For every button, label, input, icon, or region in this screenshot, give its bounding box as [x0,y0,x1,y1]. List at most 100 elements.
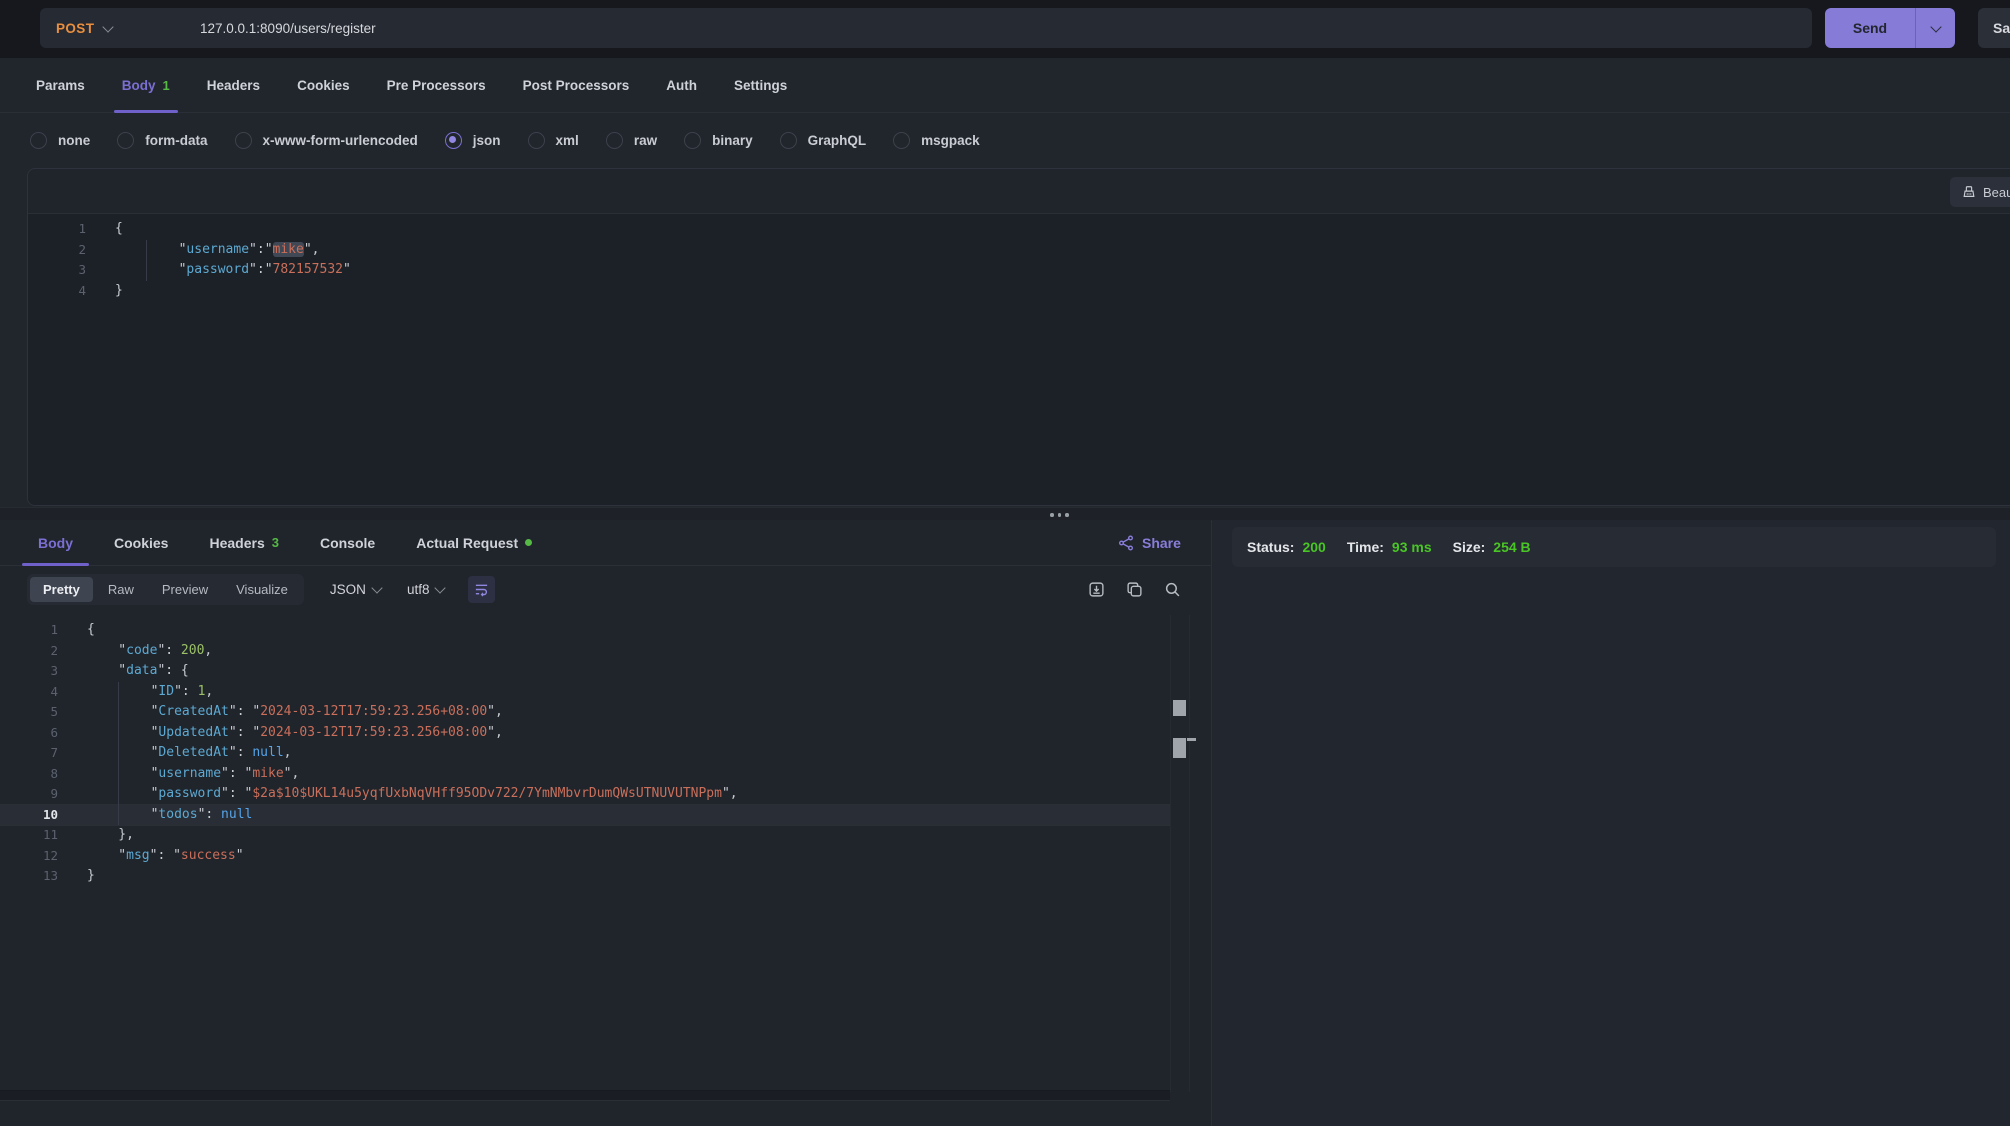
view-mode-switcher: PrettyRawPreviewVisualize [27,574,304,605]
response-tabbar: Body Cookies Headers3 Console Actual Request… [0,520,1211,566]
response-size: Size: 254 B [1453,539,1531,555]
tab-body[interactable]: Body1 [122,58,170,113]
url-container: POST 127.0.0.1:8090/users/register [40,8,1812,48]
line-number: 1 [28,219,86,240]
body-type-graphql[interactable]: GraphQL [780,132,867,149]
tab-body[interactable]: Body [38,520,73,566]
tab-console[interactable]: Console [320,520,375,566]
body-type-xml[interactable]: xml [528,132,579,149]
radio-icon [528,132,545,149]
tab-cookies[interactable]: Cookies [114,520,168,566]
word-wrap-toggle[interactable] [468,576,495,603]
overview-ruler [1170,615,1190,1092]
line-number: 4 [28,281,86,302]
code-line: 12"msg": "success" [0,846,1170,867]
code-line: 1{ [28,219,2010,240]
ruler-marker [1173,700,1186,716]
time-value: 93 ms [1392,539,1432,555]
download-button[interactable] [1088,581,1105,598]
line-number: 6 [0,723,58,744]
method-select[interactable]: POST [40,21,200,36]
line-number: 8 [0,764,58,785]
code-line: 6"UpdatedAt": "2024-03-12T17:59:23.256+0… [0,723,1170,744]
code-line: 3"password":"782157532" [28,260,2010,281]
view-visualize-button[interactable]: Visualize [223,577,301,602]
copy-button[interactable] [1126,581,1143,598]
line-number: 3 [28,260,86,281]
format-dropdown[interactable]: JSON [330,582,381,597]
tab-auth[interactable]: Auth [666,58,697,113]
line-number: 2 [28,240,86,261]
line-number: 2 [0,641,58,662]
tab-post-processors[interactable]: Post Processors [523,58,630,113]
status-value: 200 [1302,539,1325,555]
response-toolbar: PrettyRawPreviewVisualize JSON utf8 [0,566,1211,612]
code-line: 10"todos": null [0,805,1170,826]
view-preview-button[interactable]: Preview [149,577,221,602]
line-number: 4 [0,682,58,703]
response-tabs: Body Cookies Headers3 Console Actual Request [38,520,532,566]
view-raw-button[interactable]: Raw [95,577,147,602]
tab-pre-processors[interactable]: Pre Processors [387,58,486,113]
download-icon [1088,581,1105,598]
line-number: 12 [0,846,58,867]
response-meta-panel: Status: 200 Time: 93 ms Size: 254 B [1213,520,2010,1126]
chevron-down-icon [371,582,382,593]
line-number: 7 [0,743,58,764]
status-dot [525,539,532,546]
tab-params[interactable]: Params [36,58,85,113]
body-type-msgpack[interactable]: msgpack [893,132,980,149]
line-number: 11 [0,825,58,846]
chevron-down-icon [103,21,114,32]
splitter-drag-handle[interactable] [1050,513,1069,517]
word-wrap-icon [474,582,489,597]
line-number: 1 [0,620,58,641]
body-type-binary[interactable]: binary [684,132,753,149]
code-line: 8"username": "mike", [0,764,1170,785]
send-button[interactable]: Send [1825,8,1955,48]
url-input[interactable]: 127.0.0.1:8090/users/register [200,21,376,36]
request-tabbar: Params Body1 Headers Cookies Pre Processors P… [0,58,2010,113]
tab-headers[interactable]: Headers3 [209,520,279,566]
share-button[interactable]: Share [1118,520,1181,566]
tab-headers[interactable]: Headers [207,58,260,113]
save-button[interactable]: Save [1978,8,2010,48]
response-code-area[interactable]: 1{2"code": 200,3"data": {4"ID": 1,5"Crea… [0,615,1170,887]
line-number: 5 [0,702,58,723]
radio-icon [606,132,623,149]
line-number: 10 [0,805,58,826]
tab-settings[interactable]: Settings [734,58,787,113]
view-pretty-button[interactable]: Pretty [30,577,93,602]
radio-icon [893,132,910,149]
body-type-x-www-form-urlencoded[interactable]: x-www-form-urlencoded [235,132,418,149]
response-time: Time: 93 ms [1347,539,1432,555]
search-button[interactable] [1164,581,1181,598]
status-bar: Status: 200 Time: 93 ms Size: 254 B [1232,527,1996,567]
tab-cookies[interactable]: Cookies [297,58,350,113]
status-code: Status: 200 [1247,539,1326,555]
request-body-editor[interactable]: Beautify 1{2"username":"mike",3"password… [27,168,2010,506]
beautify-button[interactable]: Beautify [1950,177,2010,207]
code-line: 4} [28,281,2010,302]
copy-icon [1126,581,1143,598]
share-icon [1118,535,1134,551]
line-number: 9 [0,784,58,805]
body-type-form-data[interactable]: form-data [117,132,207,149]
chevron-down-icon [1930,21,1941,32]
ruler-marker-tail [1187,738,1196,741]
line-number: 3 [0,661,58,682]
request-url-bar: POST 127.0.0.1:8090/users/register Send … [0,0,2010,58]
code-line: 13} [0,866,1170,887]
method-label: POST [56,21,94,36]
horizontal-scroll-track[interactable] [0,1090,1170,1101]
encoding-dropdown[interactable]: utf8 [407,582,445,597]
beautify-icon [1962,185,1976,199]
body-type-none[interactable]: none [30,132,90,149]
send-options-button[interactable] [1916,26,1955,31]
request-editor-toolbar: Beautify [28,169,2010,213]
body-type-raw[interactable]: raw [606,132,657,149]
body-type-json[interactable]: json [445,132,501,149]
code-line: 7"DeletedAt": null, [0,743,1170,764]
request-code-area[interactable]: 1{2"username":"mike",3"password":"782157… [28,213,2010,506]
tab-actual-request[interactable]: Actual Request [416,520,532,566]
